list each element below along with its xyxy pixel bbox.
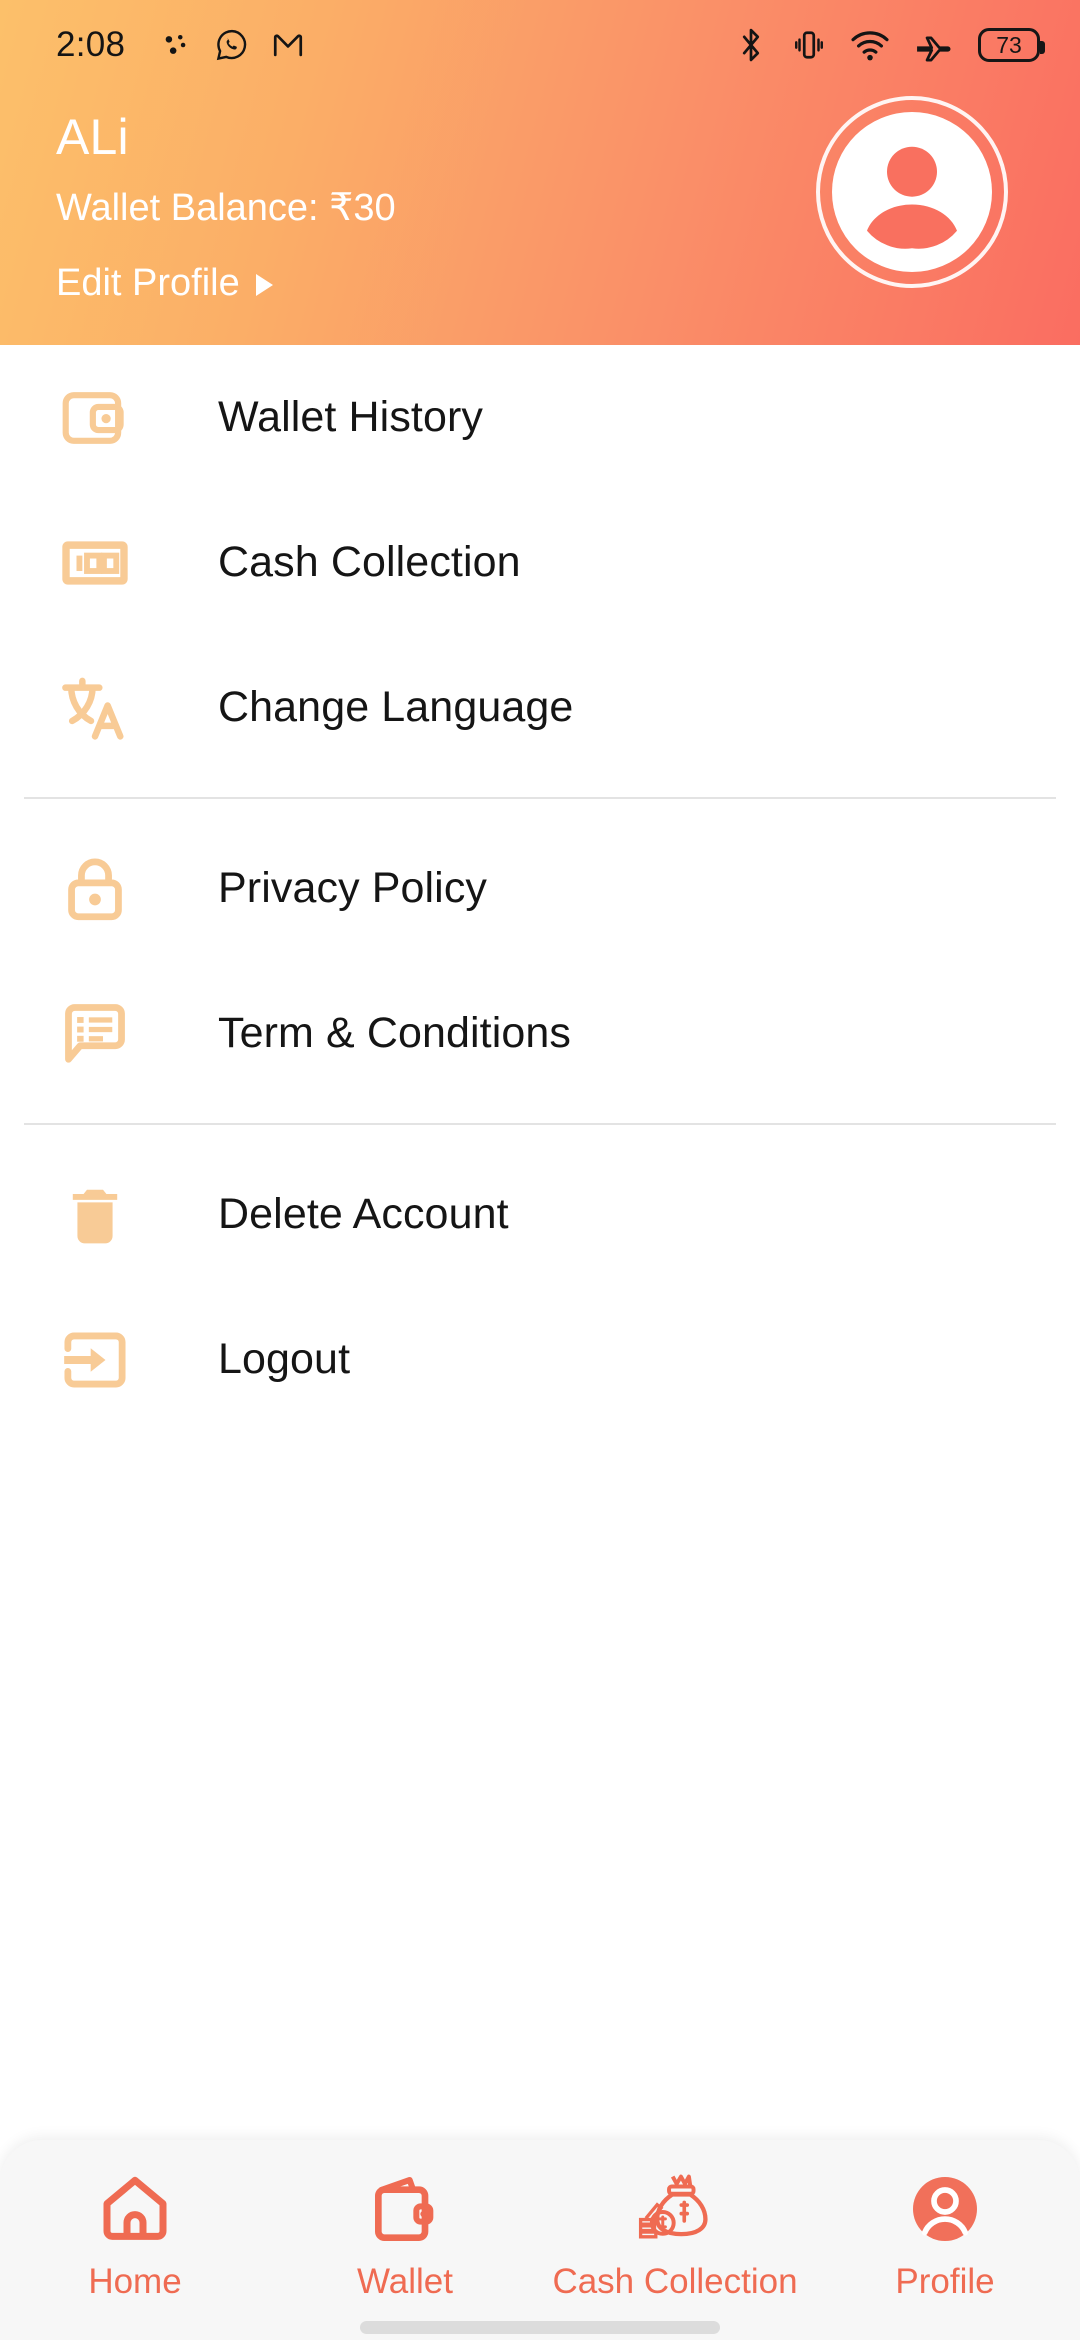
- home-indicator: [360, 2321, 720, 2334]
- battery-level-label: 73: [996, 31, 1022, 58]
- bluetooth-icon: [742, 28, 760, 62]
- settings-menu: Wallet History Cash Collection Change La…: [0, 345, 1080, 1432]
- status-bar: 2:08 73: [0, 0, 1080, 90]
- menu-item-label: Logout: [218, 1335, 351, 1383]
- menu-group-danger: Delete Account Logout: [0, 1142, 1080, 1432]
- banknote-100-icon: [56, 524, 134, 602]
- wallet-icon: [56, 379, 134, 457]
- profile-person-icon: [905, 2166, 985, 2252]
- menu-item-label: Delete Account: [218, 1190, 509, 1238]
- status-bar-system-icons: 73: [734, 26, 1045, 64]
- airplane-mode-icon: [917, 36, 951, 62]
- avatar[interactable]: [816, 96, 1008, 288]
- menu-group-account: Wallet History Cash Collection Change La…: [0, 345, 1080, 780]
- menu-item-privacy-policy[interactable]: Privacy Policy: [0, 816, 1080, 961]
- dots-notification-icon: [165, 34, 186, 54]
- avatar-inner: [832, 112, 992, 272]
- menu-group-legal: Privacy Policy Term & Conditions: [0, 816, 1080, 1106]
- nav-tab-wallet[interactable]: Wallet: [270, 2166, 540, 2302]
- menu-item-label: Term & Conditions: [218, 1009, 572, 1057]
- gmail-icon: [274, 34, 303, 57]
- menu-item-logout[interactable]: Logout: [0, 1287, 1080, 1432]
- nav-tab-home[interactable]: Home: [0, 2166, 270, 2302]
- menu-item-wallet-history[interactable]: Wallet History: [0, 345, 1080, 490]
- battery-icon: 73: [978, 28, 1045, 62]
- profile-header: 2:08 73 ALi Wallet Balance: ₹30 Edit Pro…: [0, 0, 1080, 345]
- nav-tab-label: Profile: [895, 2262, 995, 2301]
- lock-icon: [56, 850, 134, 928]
- menu-item-label: Cash Collection: [218, 538, 521, 586]
- menu-item-label: Privacy Policy: [218, 864, 488, 912]
- wifi-icon: [851, 31, 889, 61]
- menu-item-cash-collection[interactable]: Cash Collection: [0, 490, 1080, 635]
- menu-divider: [24, 797, 1056, 799]
- whatsapp-icon: [217, 29, 247, 61]
- page-title: ALi: [56, 109, 129, 165]
- trash-icon: [56, 1176, 134, 1254]
- status-bar-notifications: [159, 28, 305, 62]
- nav-tab-profile[interactable]: Profile: [810, 2166, 1080, 2302]
- chevron-right-icon: [255, 274, 273, 296]
- money-bag-icon: [632, 2166, 718, 2252]
- edit-profile-button[interactable]: Edit Profile: [56, 262, 273, 305]
- menu-item-delete-account[interactable]: Delete Account: [0, 1142, 1080, 1287]
- status-bar-clock: 2:08: [56, 25, 126, 64]
- menu-item-label: Change Language: [218, 683, 574, 731]
- chat-list-icon: [56, 995, 134, 1073]
- wallet-icon: [365, 2166, 445, 2252]
- home-icon: [95, 2166, 175, 2252]
- wallet-balance-label: Wallet Balance: ₹30: [56, 187, 396, 229]
- menu-item-terms-conditions[interactable]: Term & Conditions: [0, 961, 1080, 1106]
- menu-divider: [24, 1123, 1056, 1125]
- logout-arrow-icon: [56, 1321, 134, 1399]
- bottom-navigation-bar: Home Wallet Cash Collection Profile: [0, 2140, 1080, 2340]
- menu-item-label: Wallet History: [218, 393, 484, 441]
- nav-tab-label: Wallet: [357, 2262, 453, 2301]
- vibrate-icon: [795, 31, 823, 59]
- menu-item-change-language[interactable]: Change Language: [0, 635, 1080, 780]
- nav-tab-label: Cash Collection: [552, 2262, 798, 2301]
- edit-profile-label: Edit Profile: [56, 262, 240, 304]
- nav-tab-label: Home: [88, 2262, 182, 2301]
- profile-screen: 2:08 73 ALi Wallet Balance: ₹30 Edit Pro…: [0, 0, 1080, 2340]
- person-avatar-icon: [867, 146, 957, 249]
- nav-tab-cash-collection[interactable]: Cash Collection: [540, 2166, 810, 2302]
- translate-icon: [56, 669, 134, 747]
